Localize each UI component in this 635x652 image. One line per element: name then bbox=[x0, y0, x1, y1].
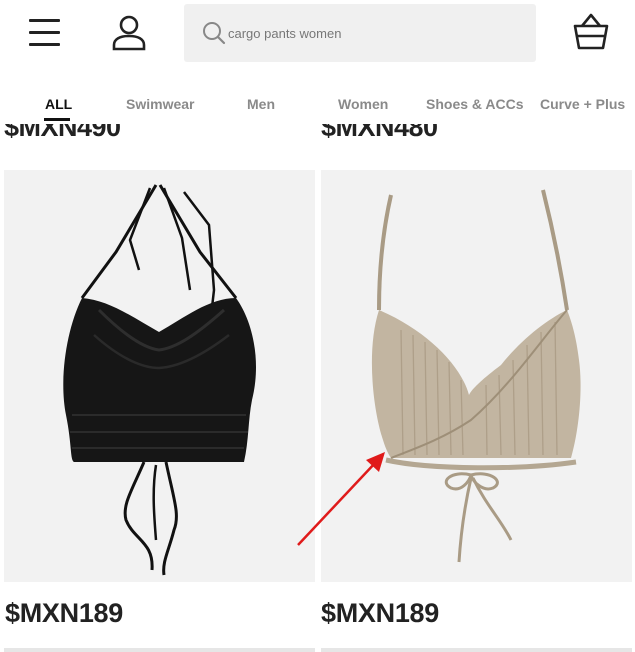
active-tab-indicator bbox=[44, 118, 70, 121]
category-tabs: ALL Swimwear Men Women Shoes & ACCs Curv… bbox=[0, 68, 635, 124]
tab-women[interactable]: Women bbox=[338, 96, 388, 112]
hamburger-icon bbox=[29, 19, 60, 22]
tab-shoes-accs[interactable]: Shoes & ACCs bbox=[426, 96, 524, 112]
tab-men[interactable]: Men bbox=[247, 96, 275, 112]
top-header bbox=[0, 0, 635, 68]
user-icon bbox=[112, 15, 146, 51]
search-input[interactable] bbox=[228, 22, 518, 44]
basket-icon bbox=[573, 13, 609, 50]
cart-button[interactable] bbox=[572, 12, 610, 52]
tab-all[interactable]: ALL bbox=[45, 96, 72, 112]
tab-swimwear[interactable]: Swimwear bbox=[126, 96, 194, 112]
account-button[interactable] bbox=[110, 14, 148, 52]
menu-button[interactable] bbox=[27, 16, 63, 50]
search-bar[interactable] bbox=[184, 4, 536, 62]
tab-curve-plus[interactable]: Curve + Plus bbox=[540, 96, 625, 112]
search-icon bbox=[203, 22, 226, 45]
